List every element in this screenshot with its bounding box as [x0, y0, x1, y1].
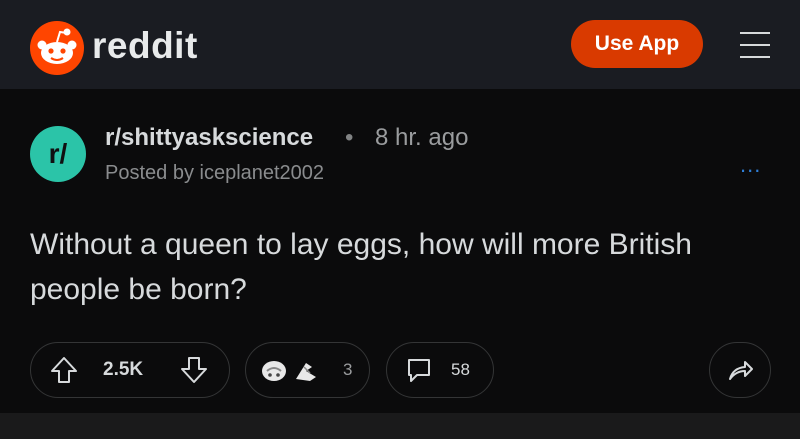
subreddit-name[interactable]: r/shittyaskscience	[105, 123, 313, 153]
award-icon	[262, 361, 316, 381]
top-header: reddit Use App	[0, 0, 800, 89]
share-button[interactable]	[709, 342, 771, 398]
downvote-icon[interactable]	[179, 355, 209, 385]
menu-icon[interactable]	[740, 32, 770, 58]
share-icon	[729, 361, 753, 380]
comment-icon	[408, 359, 430, 382]
more-options-icon[interactable]: ...	[740, 152, 761, 178]
awards-count: 3	[343, 360, 353, 379]
bottom-strip	[0, 413, 800, 439]
use-app-button[interactable]: Use App	[571, 20, 703, 68]
comments-count: 58	[451, 360, 470, 379]
comments-pill[interactable]: 58	[386, 342, 494, 398]
posted-by: Posted by iceplanet2002	[105, 162, 325, 184]
upvote-icon[interactable]	[49, 355, 79, 385]
reddit-logo-icon[interactable]	[30, 21, 84, 75]
awards-pill[interactable]: 3	[245, 342, 370, 398]
post-time: 8 hr. ago	[375, 124, 469, 151]
vote-count: 2.5K	[103, 359, 144, 380]
subreddit-avatar[interactable]: r/	[30, 126, 86, 182]
post-title[interactable]: Without a queen to lay eggs, how will mo…	[30, 222, 750, 312]
vote-pill: 2.5K	[30, 342, 230, 398]
reddit-wordmark[interactable]: reddit	[92, 24, 198, 68]
separator-dot: •	[345, 124, 354, 151]
